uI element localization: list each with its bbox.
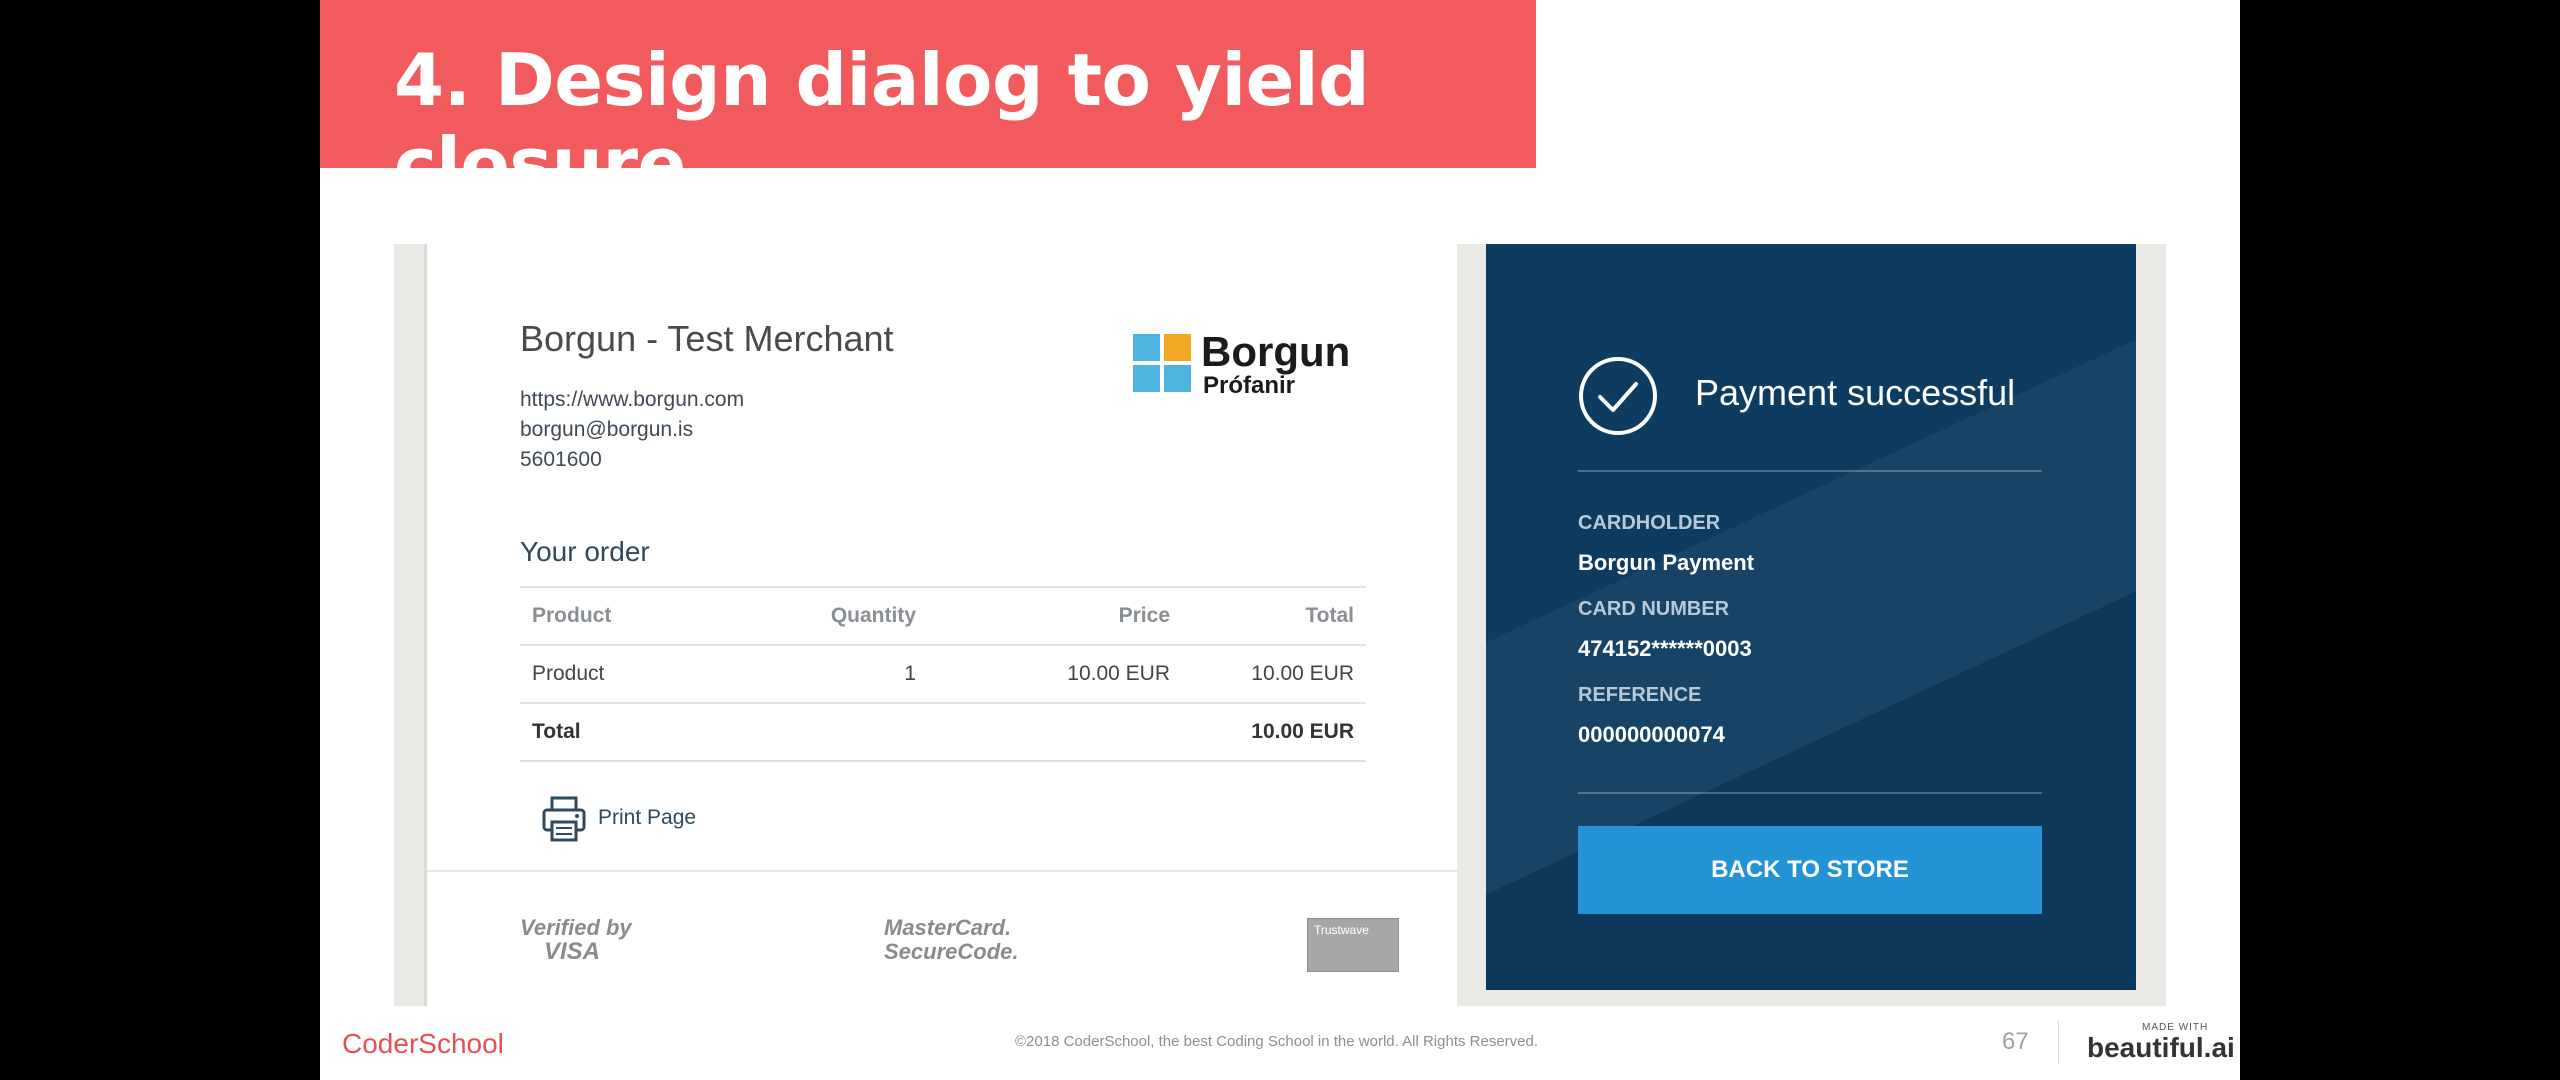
merchant-name: Borgun - Test Merchant	[520, 318, 894, 359]
back-to-store-button[interactable]: BACK TO STORE	[1578, 826, 2042, 914]
table-row: Product 1 10.00 EUR 10.00 EUR	[520, 644, 1366, 703]
print-page-label: Print Page	[598, 806, 697, 829]
column-header-price: Price	[928, 586, 1182, 645]
payment-panel: Payment successful CARDHOLDER Borgun Pay…	[1486, 244, 2136, 990]
mc-line2: SecureCode.	[884, 939, 1019, 964]
receipt-card: Borgun - Test Merchant https://www.borgu…	[424, 244, 1457, 1006]
checkout-screenshot: Borgun - Test Merchant https://www.borgu…	[394, 244, 2166, 1006]
divider	[1578, 792, 2042, 794]
trustwave-seal[interactable]: Trustwave	[1307, 918, 1399, 972]
logo-square-icon	[1164, 365, 1191, 392]
card-number-value: 474152******0003	[1578, 636, 1752, 661]
logo-square-icon	[1133, 334, 1160, 361]
merchant-email[interactable]: borgun@borgun.is	[520, 418, 693, 442]
divider	[427, 870, 1457, 872]
empty-cell	[928, 702, 1182, 762]
cell-product: Product	[520, 644, 744, 703]
empty-cell	[744, 702, 928, 762]
copyright-text: ©2018 CoderSchool, the best Coding Schoo…	[1015, 1033, 1539, 1050]
coderschool-logo: CoderSchool	[342, 1028, 504, 1059]
printer-icon	[542, 796, 586, 842]
title-band: 4. Design dialog to yield closure.	[320, 0, 1536, 206]
verified-by-visa-badge: Verified by VISA	[520, 916, 632, 964]
logo-square-icon	[1133, 365, 1160, 392]
borgun-logo: Borgun Prófanir	[1133, 328, 1363, 404]
visa-line1: Verified by	[520, 915, 632, 940]
cardholder-value: Borgun Payment	[1578, 550, 1755, 575]
column-header-quantity: Quantity	[744, 586, 928, 645]
divider	[2058, 1020, 2059, 1064]
merchant-phone: 5601600	[520, 448, 602, 471]
logo-square-icon	[1164, 334, 1191, 361]
beautiful-ai-logo: beautiful.ai	[2087, 1032, 2235, 1063]
logo-word: Borgun	[1201, 328, 1351, 375]
visa-line2: VISA	[544, 938, 601, 965]
cell-total: 10.00 EUR	[1182, 644, 1366, 703]
cell-price: 10.00 EUR	[928, 644, 1182, 703]
print-page-link[interactable]: Print Page	[542, 796, 696, 846]
order-table: Product Quantity Price Total Product 1 1…	[520, 586, 1366, 762]
table-header-row: Product Quantity Price Total	[520, 586, 1366, 645]
total-label: Total	[520, 702, 744, 762]
page-number: 67	[2002, 1028, 2029, 1055]
logo-subtitle: Prófanir	[1203, 372, 1296, 399]
card-number-label: CARD NUMBER	[1578, 598, 1730, 620]
merchant-website[interactable]: https://www.borgun.com	[520, 388, 744, 412]
mastercard-securecode-badge: MasterCard. SecureCode.	[884, 916, 1019, 964]
order-title: Your order	[520, 536, 650, 567]
total-value: 10.00 EUR	[1182, 702, 1366, 762]
mc-line1: MasterCard.	[884, 915, 1012, 940]
trustwave-label: Trustwave	[1314, 923, 1369, 937]
divider	[1578, 470, 2042, 472]
column-header-total: Total	[1182, 586, 1366, 645]
cardholder-label: CARDHOLDER	[1578, 512, 1721, 534]
checkmark-circle-icon	[1579, 357, 1657, 435]
table-total-row: Total 10.00 EUR	[520, 702, 1366, 762]
reference-value: 000000000074	[1578, 722, 1725, 747]
reference-label: REFERENCE	[1578, 684, 1702, 706]
cell-quantity: 1	[744, 644, 928, 703]
column-header-product: Product	[520, 586, 744, 645]
payment-status: Payment successful	[1695, 372, 2016, 413]
slide: 4. Design dialog to yield closure. Borgu…	[320, 0, 2240, 1080]
slide-title: 4. Design dialog to yield closure.	[394, 38, 1370, 206]
